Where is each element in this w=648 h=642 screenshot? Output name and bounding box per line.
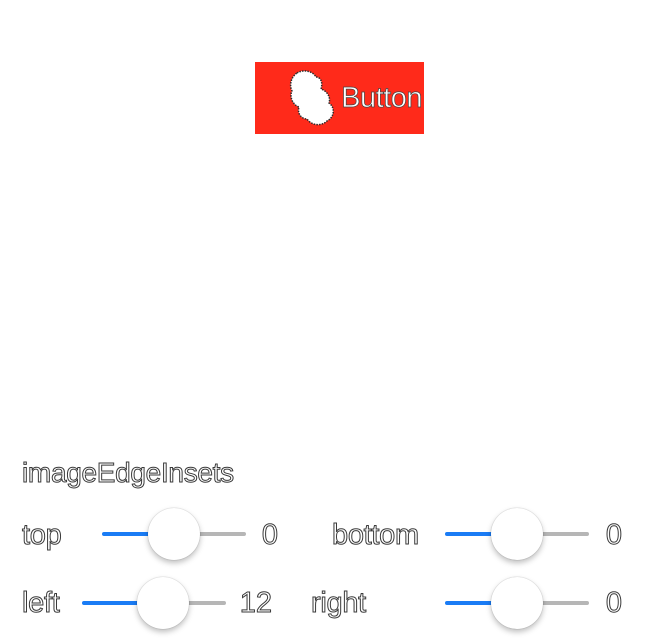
top-value: 0 <box>261 519 278 552</box>
top-label: top <box>21 519 62 552</box>
top-slider[interactable] <box>102 508 246 560</box>
right-slider[interactable] <box>445 577 589 629</box>
left-label: left <box>22 587 61 620</box>
bottom-value: 0 <box>605 519 622 552</box>
bottom-slider[interactable] <box>445 508 589 560</box>
section-label: imageEdgeInsets <box>22 457 235 489</box>
right-value: 0 <box>605 587 622 620</box>
right-slider-thumb[interactable] <box>491 577 543 629</box>
left-value: 12 <box>239 587 272 620</box>
button-title: Button <box>341 82 423 115</box>
demo-button[interactable]: Button <box>255 62 424 134</box>
right-label: right <box>311 587 367 620</box>
left-slider-thumb[interactable] <box>137 577 190 629</box>
left-slider[interactable] <box>82 577 226 629</box>
bottom-label: bottom <box>332 519 420 552</box>
top-slider-thumb[interactable] <box>148 508 200 560</box>
blob-image-icon <box>289 70 334 126</box>
bottom-slider-thumb[interactable] <box>491 508 543 560</box>
